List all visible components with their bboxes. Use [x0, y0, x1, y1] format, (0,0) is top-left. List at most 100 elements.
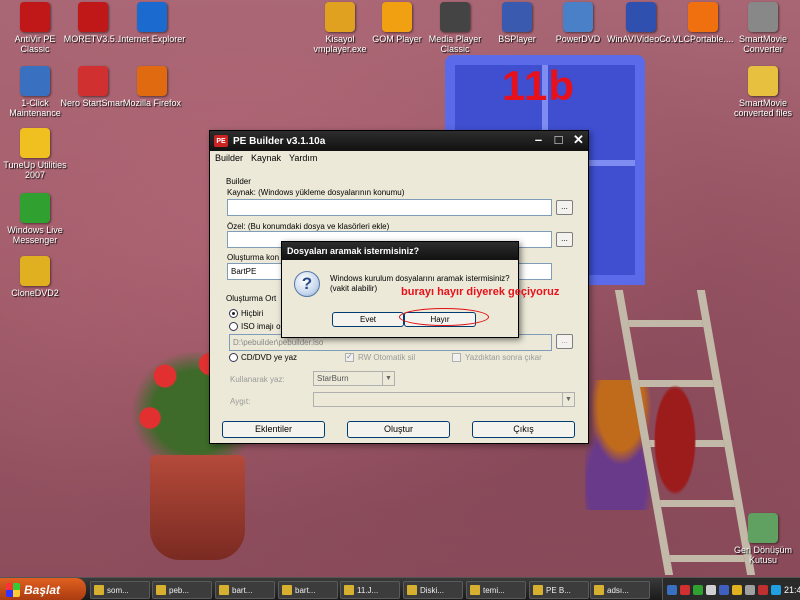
system-tray: 21:41 — [662, 578, 800, 600]
plugins-button[interactable]: Eklentiler — [222, 421, 325, 438]
taskbar-item-label: 11.J... — [357, 585, 379, 595]
close-icon[interactable]: ✕ — [570, 133, 587, 148]
desktop-icon[interactable]: BSPlayer — [482, 2, 552, 44]
desktop-icon-label: Mozilla Firefox — [122, 98, 181, 108]
burn-using-select[interactable]: StarBurn ▼ — [313, 371, 395, 386]
source-browse-button[interactable]: ... — [556, 200, 573, 215]
taskbar-item[interactable]: som... — [90, 581, 150, 599]
exit-button[interactable]: Çıkış — [472, 421, 575, 438]
wallpaper-flower-pot — [150, 455, 245, 560]
tray-icon[interactable] — [706, 584, 716, 595]
build-button[interactable]: Oluştur — [347, 421, 450, 438]
taskbar-item[interactable]: peb... — [152, 581, 212, 599]
radio-none[interactable] — [229, 309, 238, 318]
desktop-icon[interactable]: Media Player Classic — [420, 2, 490, 54]
taskbar-item-icon — [344, 585, 354, 595]
pe-window-title: PE Builder v3.1.10a — [233, 135, 326, 147]
custom-browse-button[interactable]: ... — [556, 232, 573, 247]
nero-icon — [78, 66, 108, 96]
minimize-icon[interactable]: – — [530, 133, 547, 148]
media-group-title: Oluşturma Ort — [226, 294, 277, 303]
pe-title-bar[interactable]: PE PE Builder v3.1.10a – □ ✕ — [210, 131, 588, 151]
taskbar-item[interactable]: PE B... — [529, 581, 589, 599]
yes-button[interactable]: Evet — [332, 312, 404, 327]
vmplayer-icon — [325, 2, 355, 32]
taskbar-item-label: peb... — [169, 585, 190, 595]
desktop-icon[interactable]: WinAVIVideoCo... — [606, 2, 678, 44]
device-select[interactable]: ▼ — [313, 392, 575, 407]
dialog-title[interactable]: Dosyaları aramak istermisiniz? — [282, 242, 518, 260]
tray-icon[interactable] — [719, 584, 729, 595]
tray-icon[interactable] — [732, 584, 742, 595]
custom-label: Özel: (Bu konumdaki dosya ve klasörleri … — [227, 222, 390, 231]
tray-icon[interactable] — [771, 584, 781, 595]
dialog-message-line1: Windows kurulum dosyalarını aramak ister… — [330, 274, 510, 283]
eject-label: Yazdıktan sonra çıkar — [465, 353, 542, 362]
menu-kaynak[interactable]: Kaynak — [251, 153, 281, 164]
source-path-input[interactable] — [227, 199, 552, 216]
messenger-icon — [20, 193, 50, 223]
desktop-icon[interactable]: PowerDVD — [543, 2, 613, 44]
tray-icon[interactable] — [745, 584, 755, 595]
winavi-icon — [626, 2, 656, 32]
taskbar: Başlat som... peb... bart... bart... 11.J...… — [0, 577, 800, 600]
chevron-down-icon: ▼ — [382, 372, 394, 385]
taskbar-item-label: adsı... — [607, 585, 629, 595]
maintenance-icon — [20, 66, 50, 96]
start-button[interactable]: Başlat — [0, 578, 86, 600]
source-label: Kaynak: (Windows yükleme dosyalarının ko… — [227, 188, 405, 197]
builder-group-title: Builder — [226, 177, 251, 186]
taskbar-item[interactable]: adsı... — [590, 581, 650, 599]
iso-browse-button[interactable]: ... — [556, 334, 573, 349]
taskbar-item-icon — [470, 585, 480, 595]
menu-builder[interactable]: Builder — [215, 153, 243, 164]
radio-cd[interactable] — [229, 353, 238, 362]
taskbar-item-label: som... — [107, 585, 129, 595]
desktop-icon[interactable]: SmartMovie Converter — [728, 2, 798, 54]
desktop-icon-label: SmartMovie converted files — [733, 98, 793, 118]
taskbar-item[interactable]: 11.J... — [340, 581, 400, 599]
tray-icon[interactable] — [758, 584, 768, 595]
taskbar-item-icon — [282, 585, 292, 595]
question-icon: ? — [294, 271, 320, 297]
recycle-bin-icon — [748, 513, 778, 543]
checkbox-eject[interactable] — [452, 353, 461, 362]
taskbar-item[interactable]: temi... — [466, 581, 526, 599]
gom-player-icon — [382, 2, 412, 32]
moretv-icon — [78, 2, 108, 32]
vlc-icon — [688, 2, 718, 32]
desktop-icon[interactable]: Geri Dönüşüm Kutusu — [728, 513, 798, 565]
taskbar-item-icon — [156, 585, 166, 595]
pe-menu-bar: Builder Kaynak Yardım — [210, 151, 588, 166]
taskbar-item[interactable]: bart... — [215, 581, 275, 599]
radio-none-label: Hiçbiri — [241, 309, 264, 318]
smartmovie-icon — [748, 2, 778, 32]
taskbar-item[interactable]: Diski... — [403, 581, 463, 599]
desktop-icon[interactable]: SmartMovie converted files — [728, 66, 798, 118]
desktop-icon[interactable]: CloneDVD2 — [0, 256, 70, 298]
tray-icon[interactable] — [667, 584, 677, 595]
taskbar-item-icon — [594, 585, 604, 595]
tray-icons — [667, 584, 781, 595]
maximize-icon[interactable]: □ — [550, 133, 567, 148]
desktop-icon[interactable]: Mozilla Firefox — [117, 66, 187, 108]
desktop-icon[interactable]: TuneUp Utilities 2007 — [0, 128, 70, 180]
desktop-icon[interactable]: Windows Live Messenger — [0, 193, 70, 245]
radio-iso[interactable] — [229, 322, 238, 331]
annotation-highlight-ellipse — [399, 308, 489, 326]
checkbox-auto-erase[interactable] — [345, 352, 354, 362]
tray-icon[interactable] — [680, 584, 690, 595]
desktop-icon-label: BSPlayer — [498, 34, 536, 44]
pe-builder-app-icon: PE — [214, 135, 228, 147]
powerdvd-icon — [563, 2, 593, 32]
taskbar-item[interactable]: bart... — [278, 581, 338, 599]
taskbar-item-icon — [219, 585, 229, 595]
menu-yardim[interactable]: Yardım — [289, 153, 317, 164]
taskbar-item-icon — [407, 585, 417, 595]
tuneup-icon — [20, 128, 50, 158]
desktop-icon[interactable]: Internet Explorer — [117, 2, 187, 44]
bsplayer-icon — [502, 2, 532, 32]
radio-cd-label: CD/DVD ye yaz — [241, 353, 298, 362]
internet-explorer-icon — [137, 2, 167, 32]
tray-icon[interactable] — [693, 584, 703, 595]
